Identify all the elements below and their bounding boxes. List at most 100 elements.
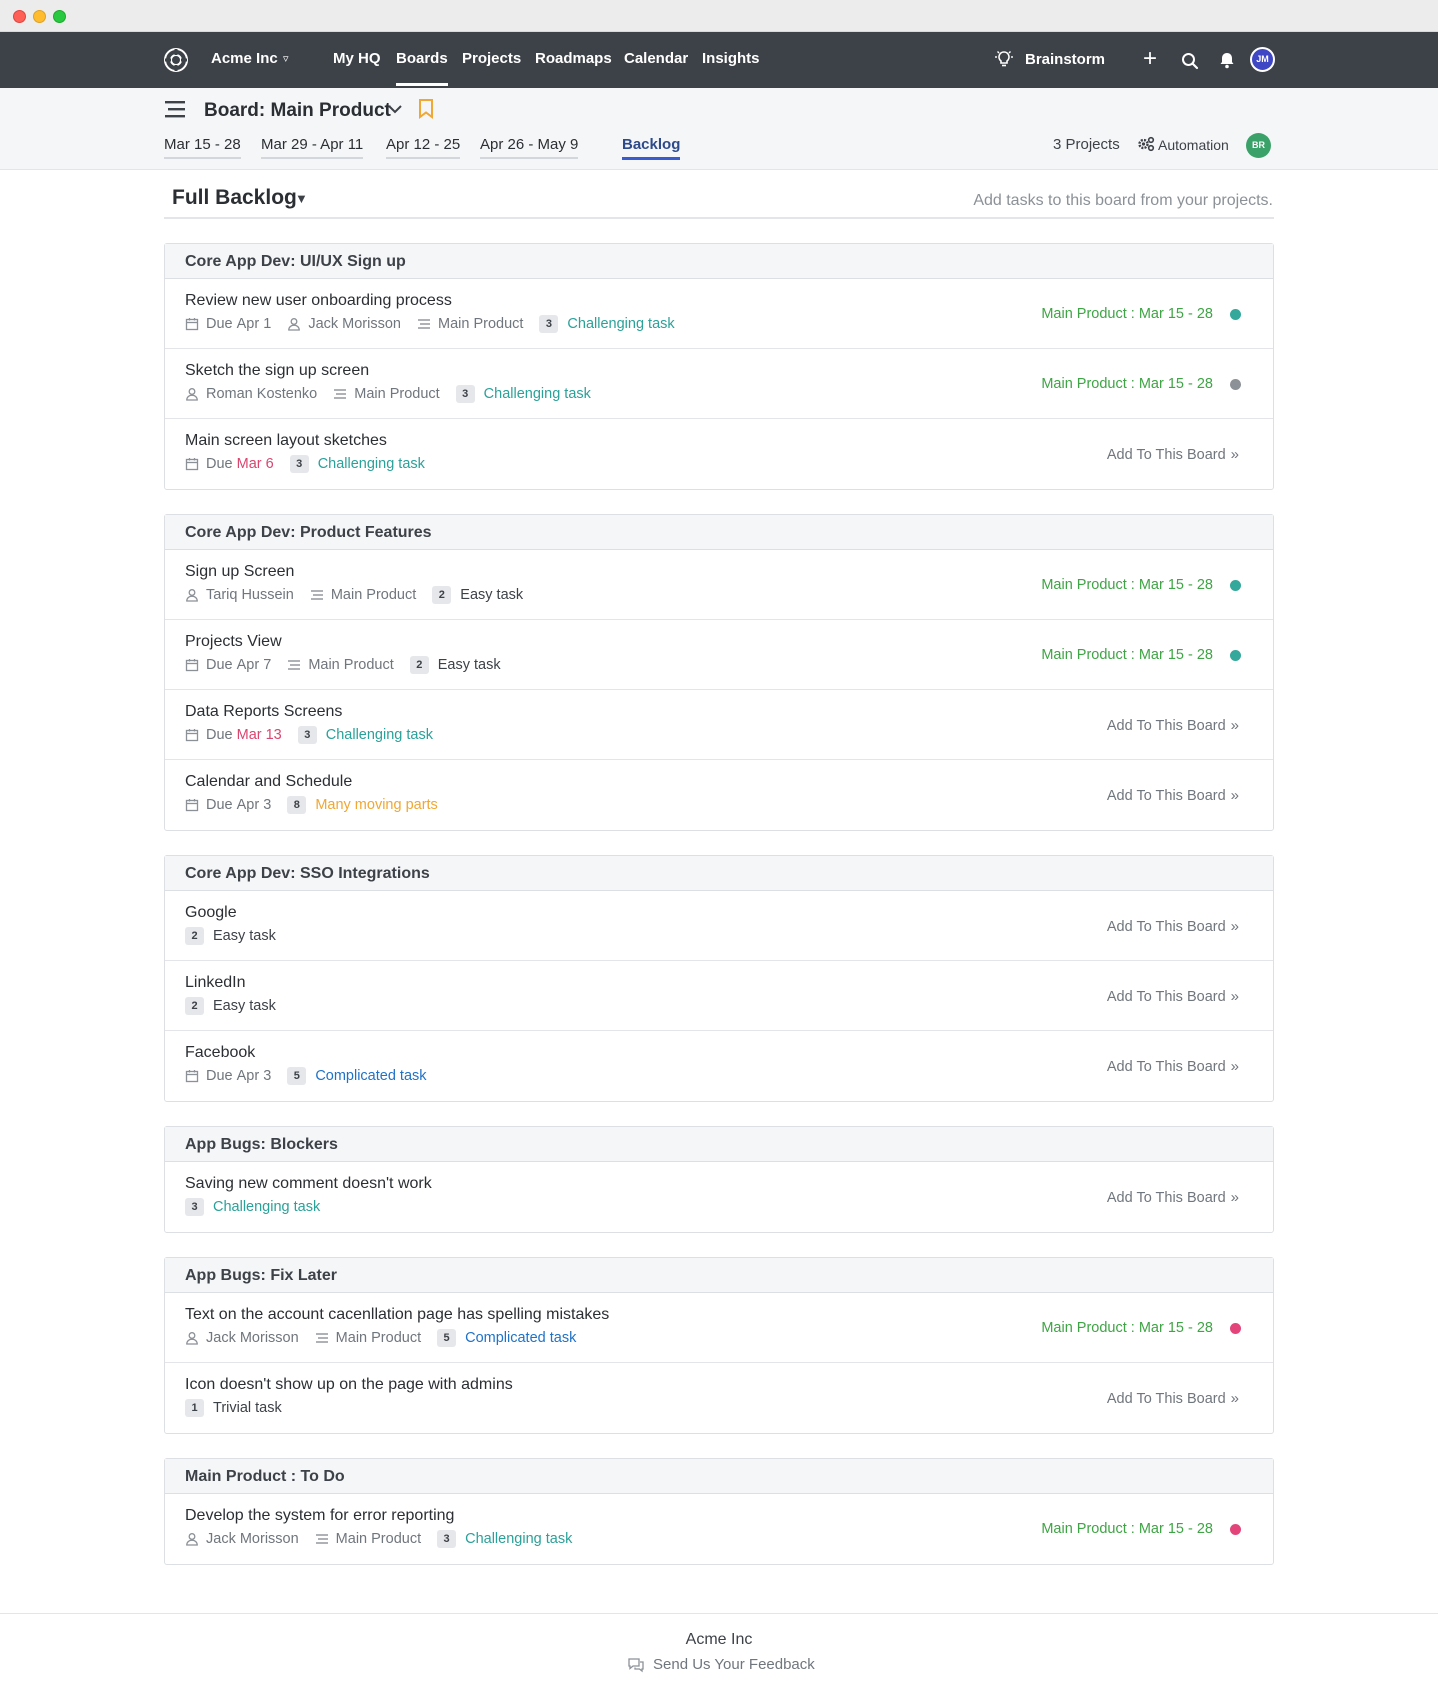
calendar-icon: [185, 729, 199, 742]
assignee: Jack Morisson: [206, 1330, 299, 1346]
close-window-button[interactable]: [13, 10, 26, 23]
board-member-avatar[interactable]: BR: [1246, 133, 1271, 158]
task-row[interactable]: Facebook Due Apr 3 5 Complicated task Add…: [165, 1031, 1273, 1101]
search-icon[interactable]: [1180, 51, 1200, 71]
points-badge: 3: [185, 1198, 204, 1216]
tab-period-2[interactable]: Mar 29 - Apr 11: [261, 136, 364, 159]
task-row[interactable]: Data Reports Screens Due Mar 13 3 Challeng…: [165, 690, 1273, 760]
sprint-assignment[interactable]: Main Product : Mar 15 - 28: [1041, 376, 1213, 392]
status-dot[interactable]: [1230, 379, 1241, 390]
caret-down-icon[interactable]: ▿: [283, 52, 289, 65]
brainstorm-button[interactable]: Brainstorm: [1025, 51, 1105, 68]
due-label: Due: [206, 797, 233, 813]
status-dot[interactable]: [1230, 1524, 1241, 1535]
user-avatar[interactable]: JM: [1250, 47, 1275, 72]
sprint-assignment[interactable]: Main Product : Mar 15 - 28: [1041, 1320, 1213, 1336]
add-to-board-button[interactable]: Add To This Board»: [1107, 1390, 1239, 1407]
task-row[interactable]: LinkedIn 2 Easy task Add To This Board»: [165, 961, 1273, 1031]
sprint-assignment[interactable]: Main Product : Mar 15 - 28: [1041, 1521, 1213, 1537]
points-badge: 2: [185, 927, 204, 945]
zoom-window-button[interactable]: [53, 10, 66, 23]
tab-backlog[interactable]: Backlog: [622, 136, 681, 160]
task-title[interactable]: LinkedIn: [185, 974, 1253, 992]
automation-button[interactable]: Automation: [1158, 137, 1229, 153]
task-row[interactable]: Main screen layout sketches Due Mar 6 3 Ch…: [165, 419, 1273, 489]
gear-icon[interactable]: [1137, 136, 1155, 152]
task-title[interactable]: Saving new comment doesn't work: [185, 1175, 1253, 1193]
due-label: Due: [206, 456, 233, 472]
task-row[interactable]: Projects View Due Apr 7 Main Product 2 Ea…: [165, 620, 1273, 690]
task-title[interactable]: Calendar and Schedule: [185, 773, 1253, 791]
sprint-assignment[interactable]: Main Product : Mar 15 - 28: [1041, 306, 1213, 322]
status-dot[interactable]: [1230, 580, 1241, 591]
board-list-icon: [165, 101, 185, 118]
task-row[interactable]: Develop the system for error reporting J…: [165, 1494, 1273, 1564]
group-title: App Bugs: Blockers: [165, 1127, 1273, 1162]
task-group: Core App Dev: Product Features Sign up S…: [164, 514, 1274, 831]
tab-period-4[interactable]: Apr 26 - May 9: [480, 136, 579, 159]
sprint-assignment[interactable]: Main Product : Mar 15 - 28: [1041, 647, 1213, 663]
status-dot[interactable]: [1230, 650, 1241, 661]
tab-period-1[interactable]: Mar 15 - 28: [164, 136, 241, 159]
task-row[interactable]: Calendar and Schedule Due Apr 3 8 Many mo…: [165, 760, 1273, 830]
org-switcher[interactable]: Acme Inc: [211, 50, 278, 67]
add-to-board-button[interactable]: Add To This Board»: [1107, 1058, 1239, 1075]
task-row[interactable]: Text on the account cacenllation page ha…: [165, 1293, 1273, 1363]
points-badge: 5: [287, 1067, 307, 1085]
user-icon: [288, 318, 301, 331]
nav-boards[interactable]: Boards: [396, 50, 448, 86]
add-to-board-label: Add To This Board: [1106, 717, 1226, 734]
add-to-board-button[interactable]: Add To This Board»: [1107, 717, 1239, 734]
sprint-assignment[interactable]: Main Product : Mar 15 - 28: [1041, 577, 1213, 593]
nav-projects[interactable]: Projects: [462, 50, 521, 67]
points-badge: 3: [297, 726, 317, 744]
nav-roadmaps[interactable]: Roadmaps: [535, 50, 612, 67]
add-to-board-button[interactable]: Add To This Board»: [1107, 918, 1239, 935]
feedback-link[interactable]: Send Us Your Feedback: [627, 1656, 815, 1673]
bell-icon[interactable]: [1217, 50, 1237, 70]
add-to-board-button[interactable]: Add To This Board»: [1107, 1189, 1239, 1206]
task-row[interactable]: Review new user onboarding process Due A…: [165, 279, 1273, 349]
calendar-icon: [185, 659, 199, 672]
bookmark-icon[interactable]: [418, 99, 434, 119]
caret-down-icon[interactable]: ▼: [295, 191, 308, 206]
task-title[interactable]: Data Reports Screens: [185, 703, 1253, 721]
task-row[interactable]: Icon doesn't show up on the page with ad…: [165, 1363, 1273, 1433]
task-row[interactable]: Sketch the sign up screen Roman Kostenko…: [165, 349, 1273, 419]
projects-count-link[interactable]: 3 Projects: [1053, 136, 1120, 153]
project-name: Main Product: [437, 316, 524, 332]
task-group: App Bugs: Blockers Saving new comment do…: [164, 1126, 1274, 1233]
double-chevron-right-icon: »: [1230, 717, 1239, 734]
due-label: Due: [206, 727, 233, 743]
assignee: Jack Morisson: [206, 1531, 299, 1547]
calendar-icon: [185, 318, 199, 331]
nav-my-hq[interactable]: My HQ: [333, 50, 381, 67]
add-to-board-button[interactable]: Add To This Board»: [1107, 787, 1239, 804]
backlog-title[interactable]: Full Backlog: [172, 186, 297, 210]
task-title[interactable]: Icon doesn't show up on the page with ad…: [185, 1376, 1253, 1394]
task-row[interactable]: Sign up Screen Tariq Hussein Main Produc…: [165, 550, 1273, 620]
status-dot[interactable]: [1230, 309, 1241, 320]
task-group: Main Product : To Do Develop the system …: [164, 1458, 1274, 1565]
plus-icon[interactable]: +: [1143, 45, 1157, 73]
points-badge: 5: [437, 1329, 457, 1347]
lightbulb-icon[interactable]: [994, 49, 1014, 69]
task-title[interactable]: Main screen layout sketches: [185, 432, 1253, 450]
task-row[interactable]: Google 2 Easy task Add To This Board»: [165, 891, 1273, 961]
logo-icon[interactable]: [163, 47, 189, 73]
double-chevron-right-icon: »: [1230, 1058, 1239, 1075]
add-to-board-button[interactable]: Add To This Board»: [1107, 988, 1239, 1005]
task-title[interactable]: Facebook: [185, 1044, 1253, 1062]
status-dot[interactable]: [1230, 1323, 1241, 1334]
nav-insights[interactable]: Insights: [702, 50, 760, 67]
chevron-down-icon[interactable]: [386, 100, 404, 118]
nav-calendar[interactable]: Calendar: [624, 50, 688, 67]
footer: [0, 1613, 1438, 1695]
add-to-board-button[interactable]: Add To This Board»: [1107, 446, 1239, 463]
task-row[interactable]: Saving new comment doesn't work 3 Challen…: [165, 1162, 1273, 1232]
assignee: Tariq Hussein: [206, 587, 294, 603]
task-title[interactable]: Google: [185, 904, 1253, 922]
tab-period-3[interactable]: Apr 12 - 25: [386, 136, 461, 159]
minimize-window-button[interactable]: [33, 10, 46, 23]
group-title: Core App Dev: Product Features: [165, 515, 1273, 550]
